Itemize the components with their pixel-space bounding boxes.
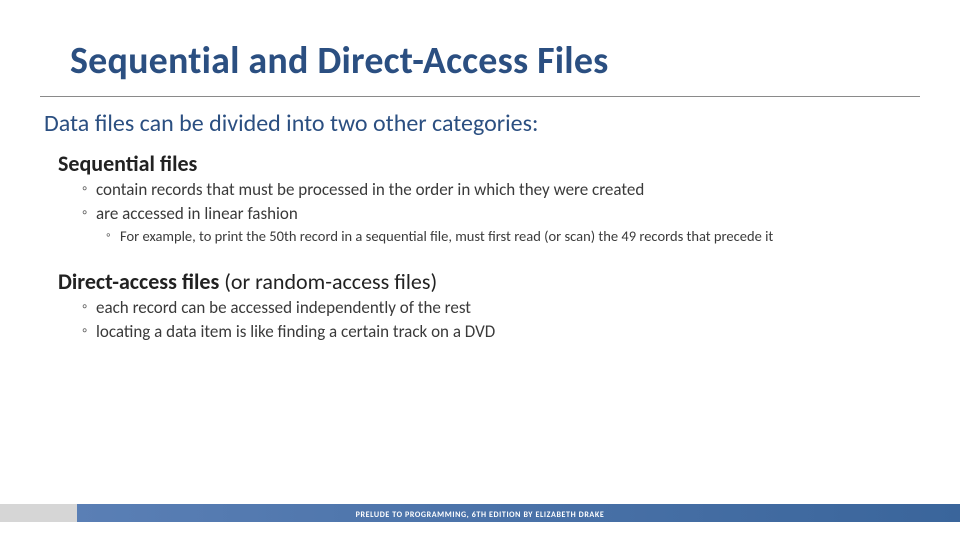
- intro-text: Data files can be divided into two other…: [40, 109, 920, 138]
- bullet-item: contain records that must be processed i…: [82, 179, 920, 202]
- slide-content: Data files can be divided into two other…: [0, 97, 960, 344]
- bullet-item: each record can be accessed independentl…: [82, 297, 920, 320]
- sub-bullet-list-sequential: For example, to print the 50th record in…: [40, 227, 920, 247]
- footer-text: PRELUDE TO PROGRAMMING, 6TH EDITION BY E…: [0, 510, 960, 520]
- bullet-list-sequential: contain records that must be processed i…: [40, 179, 920, 226]
- bullet-item: locating a data item is like finding a c…: [82, 321, 920, 344]
- slide: Sequential and Direct-Access Files Data …: [0, 0, 960, 540]
- slide-title: Sequential and Direct-Access Files: [0, 0, 960, 94]
- heading-main: Sequential files: [58, 150, 197, 177]
- section-heading-direct: Direct-access files (or random-access fi…: [40, 268, 920, 295]
- sub-bullet-item: For example, to print the 50th record in…: [106, 227, 920, 247]
- heading-paren: (or random-access files): [219, 268, 437, 295]
- heading-main: Direct-access files: [58, 268, 219, 295]
- bullet-list-direct: each record can be accessed independentl…: [40, 297, 920, 344]
- section-heading-sequential: Sequential files: [40, 150, 920, 177]
- bullet-item: are accessed in linear fashion: [82, 203, 920, 226]
